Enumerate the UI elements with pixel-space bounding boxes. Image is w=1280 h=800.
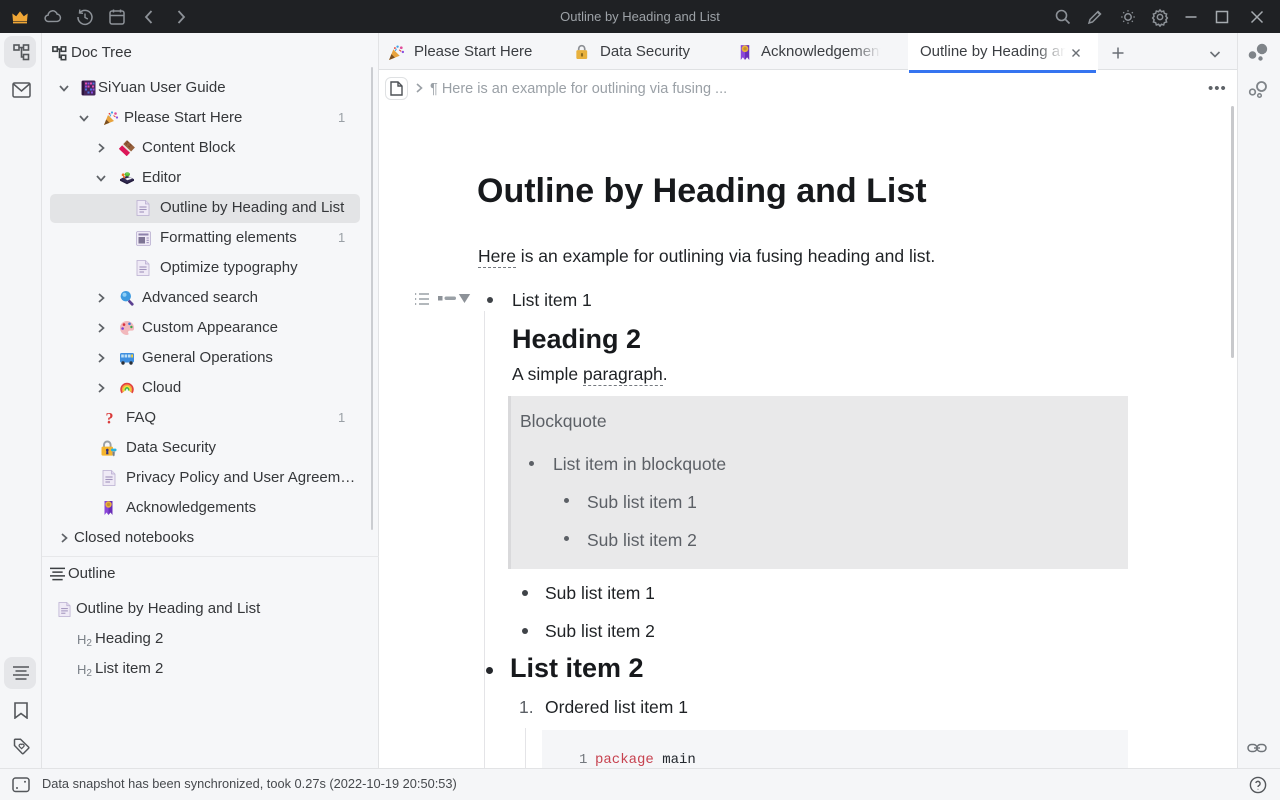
svg-text:?: ? (106, 411, 114, 427)
